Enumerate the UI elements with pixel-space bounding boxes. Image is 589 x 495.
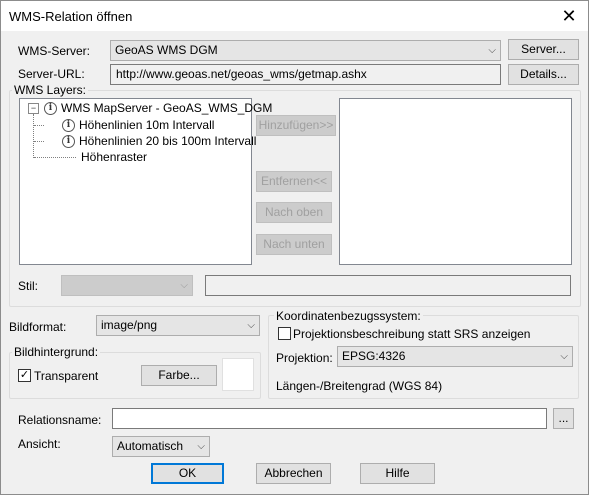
server-button[interactable]: Server... [508, 39, 579, 60]
help-button[interactable]: Hilfe [360, 463, 435, 484]
relation-label: Relationsname: [18, 413, 102, 427]
color-swatch [222, 358, 254, 391]
proj-description-label: Projektionsbeschreibung statt SRS anzeig… [293, 327, 531, 341]
projection-select[interactable]: EPSG:4326 ⌵ [337, 346, 573, 367]
relation-input[interactable] [112, 408, 547, 429]
server-label: WMS-Server: [18, 44, 90, 58]
style-select[interactable]: ⌵ [61, 275, 193, 296]
cancel-button[interactable]: Abbrechen [256, 463, 331, 484]
info-icon: i [62, 135, 75, 149]
view-label: Ansicht: [18, 437, 61, 451]
view-select-value: Automatisch [117, 439, 184, 453]
move-up-button[interactable]: Nach oben [256, 202, 332, 223]
chevron-down-icon: ⌵ [247, 320, 255, 331]
tree-line [33, 114, 34, 158]
url-field[interactable]: http://www.geoas.net/geoas_wms/getmap.as… [110, 64, 501, 85]
transparent-label: Transparent [34, 369, 99, 383]
tree-line [34, 141, 44, 142]
info-icon: i [44, 102, 57, 116]
tree-root-label: WMS MapServer - GeoAS_WMS_DGM [61, 101, 273, 115]
tree-item[interactable]: i Höhenlinien 20 bis 100m Intervall [62, 134, 257, 149]
server-select-value: GeoAS WMS DGM [115, 43, 218, 57]
chevron-down-icon: ⌵ [488, 45, 496, 56]
url-label: Server-URL: [18, 67, 85, 81]
title-bar: WMS-Relation öffnen ✕ [1, 1, 588, 31]
projection-select-value: EPSG:4326 [342, 349, 406, 363]
add-button[interactable]: Hinzufügen>> [256, 115, 336, 136]
layers-group-label: WMS Layers: [12, 83, 89, 97]
tree-line [34, 157, 76, 158]
chevron-down-icon: ⌵ [197, 441, 205, 452]
ok-button[interactable]: OK [151, 463, 224, 484]
chevron-down-icon: ⌵ [560, 351, 568, 362]
remove-button[interactable]: Entfernen<< [256, 171, 332, 192]
close-icon[interactable]: ✕ [558, 5, 580, 27]
transparent-checkbox[interactable]: ✓ [18, 369, 31, 382]
details-button[interactable]: Details... [508, 64, 579, 85]
tree-root[interactable]: i WMS MapServer - GeoAS_WMS_DGM [44, 101, 273, 116]
tree-line [34, 125, 44, 126]
tree-item[interactable]: i Höhenlinien 10m Intervall [62, 118, 215, 133]
window-title: WMS-Relation öffnen [9, 9, 133, 24]
relation-browse-button[interactable]: ... [553, 408, 574, 429]
projection-label: Projektion: [276, 351, 333, 365]
view-select[interactable]: Automatisch ⌵ [112, 436, 210, 457]
style-description [205, 275, 571, 296]
style-label: Stil: [18, 279, 39, 293]
info-icon: i [62, 119, 75, 133]
proj-description-checkbox[interactable] [278, 327, 291, 340]
format-label: Bildformat: [9, 320, 67, 334]
tree-item-label: Höhenlinien 10m Intervall [79, 118, 215, 132]
collapse-icon[interactable]: − [28, 103, 39, 114]
chevron-down-icon: ⌵ [180, 280, 188, 291]
crs-group-label: Koordinatenbezugssystem: [274, 309, 423, 323]
selected-layers-list[interactable] [339, 98, 572, 265]
tree-item[interactable]: Höhenraster [81, 150, 147, 164]
background-group-label: Bildhintergrund: [12, 345, 101, 359]
tree-item-label: Höhenlinien 20 bis 100m Intervall [79, 134, 257, 148]
server-select[interactable]: GeoAS WMS DGM ⌵ [110, 40, 501, 61]
move-down-button[interactable]: Nach unten [256, 234, 332, 255]
color-button[interactable]: Farbe... [141, 365, 217, 386]
format-select[interactable]: image/png ⌵ [96, 315, 260, 336]
projection-description: Längen-/Breitengrad (WGS 84) [276, 379, 443, 393]
format-select-value: image/png [101, 318, 158, 332]
tree-item-label: Höhenraster [81, 150, 148, 164]
layer-tree[interactable]: − i WMS MapServer - GeoAS_WMS_DGM i Höhenl… [19, 98, 272, 265]
